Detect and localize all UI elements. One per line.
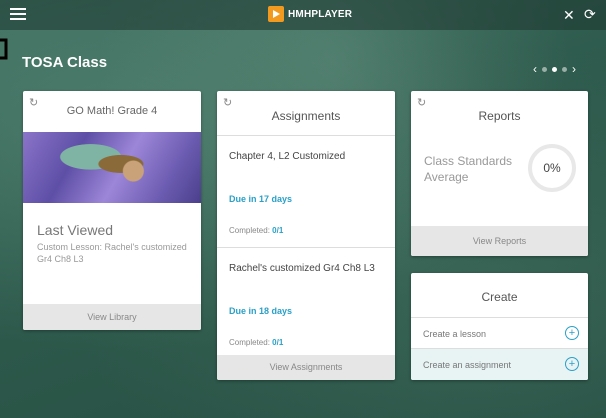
top-bar: HMHPLAYER ✕ ⟳ — [0, 0, 606, 30]
create-lesson-button[interactable]: Create a lesson + — [411, 317, 588, 349]
last-viewed-description[interactable]: Custom Lesson: Rachel's customized Gr4 C… — [37, 241, 187, 265]
refresh-icon[interactable]: ⟳ — [584, 6, 596, 23]
average-value: 0% — [543, 161, 561, 175]
edge-bracket — [0, 38, 8, 60]
reports-title: Reports — [478, 109, 521, 123]
tools-icon[interactable]: ✕ — [563, 7, 575, 24]
class-standards-label: Class Standards Average — [424, 154, 513, 184]
create-card: Create Create a lesson + Create an assig… — [411, 273, 588, 380]
assignment-due: Due in 17 days — [229, 194, 293, 204]
view-assignments-button[interactable]: View Assignments — [217, 355, 395, 380]
average-ring: 0% — [528, 144, 576, 192]
sync-icon[interactable]: ↻ — [417, 96, 426, 109]
reports-card: ↻ Reports Class Standards Average 0% Vie… — [411, 91, 588, 256]
completed-value: 0/1 — [272, 226, 284, 235]
sync-icon[interactable]: ↻ — [223, 96, 232, 109]
completed-value: 0/1 — [272, 338, 284, 347]
completed-label: Completed: — [229, 226, 270, 235]
assignment-title: Rachel's customized Gr4 Ch8 L3 — [229, 263, 375, 274]
view-library-button[interactable]: View Library — [23, 304, 201, 330]
create-title: Create — [481, 290, 518, 304]
hamburger-icon[interactable] — [10, 8, 26, 21]
pager-prev-icon[interactable]: ‹ — [533, 63, 537, 75]
completed-label: Completed: — [229, 338, 270, 347]
assignments-title: Assignments — [271, 109, 341, 123]
pager-dot[interactable] — [562, 66, 567, 72]
create-lesson-label: Create a lesson — [423, 329, 487, 339]
play-logo-icon — [268, 6, 284, 22]
class-title: TOSA Class — [22, 54, 108, 71]
hummingbird-image[interactable] — [23, 132, 201, 203]
assignment-completed: Completed: 0/1 — [229, 338, 283, 347]
card-pager: ‹ › — [533, 63, 576, 75]
assignment-due: Due in 18 days — [229, 306, 293, 316]
view-reports-button[interactable]: View Reports — [411, 226, 588, 256]
last-viewed-heading: Last Viewed — [37, 222, 114, 238]
logo-text: HMHPLAYER — [288, 8, 353, 20]
create-assignment-button[interactable]: Create an assignment + — [411, 348, 588, 380]
library-title: GO Math! Grade 4 — [66, 105, 158, 117]
assignments-card: ↻ Assignments Chapter 4, L2 Customized D… — [217, 91, 395, 380]
assignment-completed: Completed: 0/1 — [229, 226, 283, 235]
library-card: ↻ GO Math! Grade 4 Last Viewed Custom Le… — [23, 91, 201, 330]
pager-dot[interactable] — [542, 66, 547, 72]
assignment-item[interactable]: Rachel's customized Gr4 Ch8 L3 Due in 18… — [217, 247, 395, 356]
assignment-item[interactable]: Chapter 4, L2 Customized Due in 17 days … — [217, 135, 395, 247]
hmh-player-logo: HMHPLAYER — [268, 6, 352, 22]
assignment-title: Chapter 4, L2 Customized — [229, 151, 346, 162]
plus-circle-icon[interactable]: + — [565, 326, 579, 340]
pager-next-icon[interactable]: › — [572, 63, 576, 75]
create-assignment-label: Create an assignment — [423, 360, 512, 370]
plus-circle-icon[interactable]: + — [565, 357, 579, 371]
pager-dot-active[interactable] — [552, 66, 557, 72]
